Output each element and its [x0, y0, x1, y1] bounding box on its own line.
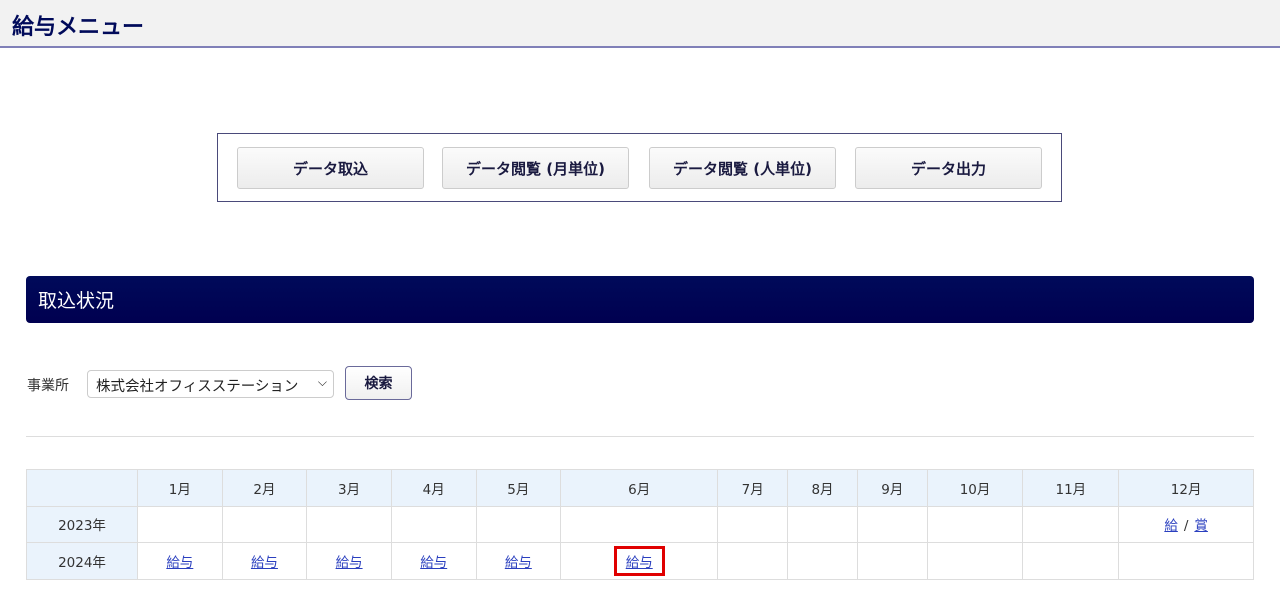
- chevron-down-icon: ⌵: [317, 375, 327, 389]
- salary-link[interactable]: 給与: [420, 555, 447, 571]
- bonus-link[interactable]: 賞: [1194, 518, 1208, 534]
- salary-link[interactable]: 給与: [626, 555, 653, 571]
- month-cell: 給与: [137, 542, 223, 580]
- salary-link[interactable]: 給: [1164, 518, 1178, 534]
- month-header: 4月: [390, 469, 477, 507]
- month-cell: [787, 542, 858, 580]
- month-header: 12月: [1118, 469, 1254, 507]
- menu-box: データ取込 データ閲覧 (月単位) データ閲覧 (人単位) データ出力: [217, 133, 1062, 202]
- divider: [26, 436, 1254, 437]
- search-button[interactable]: 検索: [345, 366, 412, 400]
- month-header: 6月: [560, 469, 719, 507]
- month-header: 9月: [856, 469, 928, 507]
- data-view-monthly-button[interactable]: データ閲覧 (月単位): [442, 147, 629, 189]
- month-cell: [787, 505, 858, 543]
- month-cell: [1022, 542, 1120, 580]
- month-header: 5月: [475, 469, 562, 507]
- salary-link[interactable]: 給与: [251, 555, 278, 571]
- month-cell: [1022, 505, 1120, 543]
- data-export-button[interactable]: データ出力: [855, 147, 1042, 189]
- data-view-person-button[interactable]: データ閲覧 (人単位): [649, 147, 836, 189]
- month-cell: [856, 505, 928, 543]
- month-cell: 給与: [306, 542, 392, 580]
- month-header: 10月: [926, 469, 1024, 507]
- year-cell: 2024年: [26, 542, 138, 580]
- month-cell: 給与: [221, 542, 308, 580]
- office-select-value: 株式会社オフィスステーション: [96, 379, 299, 395]
- year-cell: 2023年: [26, 505, 138, 543]
- table-row: 2024年 給与 給与 給与 給与 給与 給与: [26, 542, 1254, 580]
- salary-link[interactable]: 給与: [336, 555, 363, 571]
- month-cell: [306, 505, 392, 543]
- month-header: 11月: [1022, 469, 1120, 507]
- month-cell: [390, 505, 477, 543]
- month-cell: [475, 505, 562, 543]
- month-cell: [926, 505, 1024, 543]
- month-header: 3月: [306, 469, 392, 507]
- month-cell: [926, 542, 1024, 580]
- month-cell: 給与: [560, 542, 719, 580]
- data-import-button[interactable]: データ取込: [237, 147, 424, 189]
- separator: /: [1183, 518, 1189, 535]
- table-row: 2023年 給 / 賞: [26, 505, 1254, 543]
- month-header: 7月: [717, 469, 789, 507]
- month-header: 2月: [221, 469, 308, 507]
- month-header: 8月: [787, 469, 858, 507]
- month-cell: 給 / 賞: [1118, 505, 1254, 543]
- corner-cell: [26, 469, 138, 507]
- month-cell: [221, 505, 308, 543]
- salary-link[interactable]: 給与: [166, 555, 193, 571]
- import-status-table: 1月 2月 3月 4月 5月 6月 7月 8月 9月 10月 11月 12月 2023年 給 / 賞 2024…: [26, 469, 1254, 580]
- month-cell: [717, 542, 789, 580]
- month-cell: 給与: [390, 542, 477, 580]
- office-label: 事業所: [27, 378, 69, 394]
- highlight-box: 給与: [613, 545, 665, 576]
- page-title: 給与メニュー: [12, 15, 145, 40]
- month-cell: [137, 505, 223, 543]
- month-cell: [560, 505, 719, 543]
- salary-link[interactable]: 給与: [505, 555, 532, 571]
- office-select[interactable]: 株式会社オフィスステーション ⌵: [87, 370, 334, 398]
- month-cell: [1118, 542, 1254, 580]
- month-cell: [856, 542, 928, 580]
- page-header: 給与メニュー: [0, 0, 1280, 48]
- month-cell: 給与: [475, 542, 562, 580]
- month-header: 1月: [137, 469, 223, 507]
- section-header: 取込状況: [26, 276, 1254, 323]
- month-cell: [717, 505, 789, 543]
